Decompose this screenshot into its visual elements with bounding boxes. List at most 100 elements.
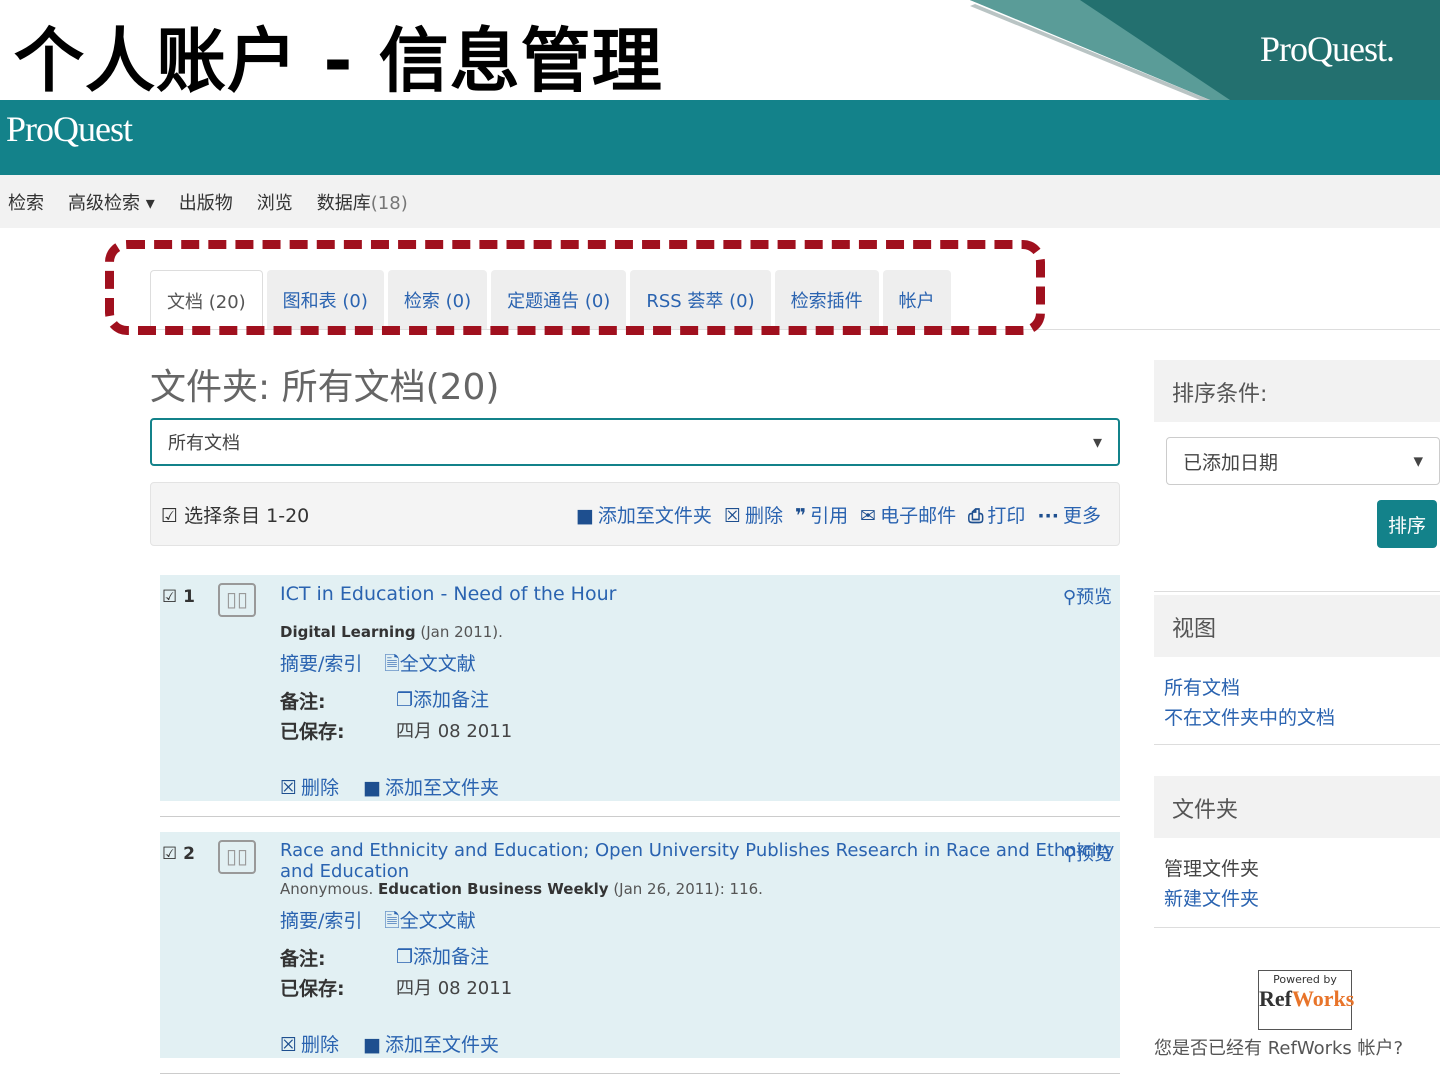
more-button[interactable]: ··· 更多 [1037,501,1101,528]
item-date: (Jan 26, 2011): 116. [608,880,763,898]
nav-browse[interactable]: 浏览 [257,189,293,215]
folders-panel: 文件夹 管理文件夹 新建文件夹 [1154,776,1440,928]
abstract-link[interactable]: 摘要/索引 [280,649,362,682]
checkbox-icon: ☑ [161,504,179,527]
bulk-toolbar: ☑ 选择条目 1-20 ■ 添加至文件夹 ☒ 删除 ❞ 引用 ✉ 电子邮件 ⎙ 打印 ··… [150,482,1120,546]
add-note-link[interactable]: ❐添加备注 [396,942,489,969]
folder-icon: ■ [575,504,594,527]
nav-databases-label: 数据库 [316,192,371,214]
nav-search[interactable]: 检索 [8,189,44,215]
folder-select-value: 所有文档 [168,433,240,454]
folder-select[interactable]: 所有文档 ▾ [150,418,1120,466]
quote-icon: ❞ [795,504,807,527]
list-item: ☑ 2 ▯▯ Race and Ethnicity and Education;… [160,832,1120,1058]
item-add-folder-button[interactable]: ■ 添加至文件夹 [363,773,499,800]
document-icon: 🗎 [384,910,400,932]
fulltext-label: 全文文献 [399,653,476,675]
view-unfiled-documents[interactable]: 不在文件夹中的文档 [1164,703,1430,733]
notes-label: 备注: [280,948,326,970]
preview-label: 预览 [1076,587,1112,608]
item-title[interactable]: Race and Ethnicity and Education; Open U… [280,840,1120,882]
delete-label: 删除 [744,504,783,527]
header-logo[interactable]: ProQuest [6,108,133,150]
item-delete-button[interactable]: ☒ 删除 [280,773,339,800]
item-number: 2 [183,844,196,864]
abstract-link[interactable]: 摘要/索引 [280,906,362,939]
magnifier-icon: ⚲ [1062,844,1076,865]
note-icon: ❐ [396,689,414,711]
sort-select-value: 已添加日期 [1183,451,1279,474]
header-banner [0,100,1440,175]
slide-title: 个人账户 - 信息管理 [14,20,663,102]
item-date: (Jan 2011). [415,623,503,641]
item-add-folder-button[interactable]: ■ 添加至文件夹 [363,1030,499,1057]
item-title[interactable]: ICT in Education - Need of the Hour [280,583,616,605]
view-title: 视图 [1154,595,1440,657]
annotation-highlight [105,240,1045,335]
folder-title: 文件夹: 所有文档(20) [150,367,500,408]
nav-advanced-search[interactable]: 高级检索 ▾ [68,189,155,215]
manage-folders[interactable]: 管理文件夹 [1164,854,1430,884]
new-folder-link[interactable]: 新建文件夹 [1164,884,1430,914]
more-label: 更多 [1062,504,1101,527]
magnifier-icon: ⚲ [1062,587,1076,608]
item-delete-button[interactable]: ☒ 删除 [280,1030,339,1057]
refworks-works: Works [1291,986,1355,1011]
fulltext-link[interactable]: 🗎全文文献 [384,649,475,682]
saved-date: 四月 08 2011 [396,721,513,742]
book-icon: ▯▯ [218,583,256,617]
preview-link[interactable]: ⚲预览 [1063,583,1112,609]
item-source: Digital Learning [280,623,416,641]
saved-label: 已保存: [280,978,345,1000]
add-note-label: 添加备注 [413,946,490,968]
book-icon: ▯▯ [218,840,256,874]
view-panel: 视图 所有文档 不在文件夹中的文档 [1154,595,1440,745]
item-delete-label: 删除 [301,777,340,799]
nav-databases[interactable]: 数据库(18) [317,189,408,215]
divider [160,816,1120,817]
view-all-documents[interactable]: 所有文档 [1164,673,1430,703]
delete-icon: ☒ [723,504,741,527]
refworks-logo[interactable]: Powered by RefWorks [1258,970,1355,1030]
preview-link[interactable]: ⚲预览 [1063,840,1112,866]
document-icon: 🗎 [384,653,400,675]
cite-button[interactable]: ❞ 引用 [795,501,848,528]
refworks-powered: Powered by [1273,973,1337,986]
item-number: 1 [183,587,196,607]
add-to-folder-label: 添加至文件夹 [597,504,712,527]
list-item: ☑ 1 ▯▯ ICT in Education - Need of the Ho… [160,575,1120,801]
add-to-folder-button[interactable]: ■ 添加至文件夹 [576,501,712,528]
refworks-question[interactable]: 您是否已经有 RefWorks 帐户? [1154,1034,1403,1060]
chevron-down-icon: ▾ [1413,450,1423,472]
folders-title: 文件夹 [1154,776,1440,838]
delete-icon: ☒ [280,777,298,799]
chevron-down-icon: ▾ [1092,431,1102,453]
ellipsis-icon: ··· [1037,504,1059,527]
sort-button[interactable]: 排序 [1377,500,1437,548]
fulltext-link[interactable]: 🗎全文文献 [384,906,475,939]
item-checkbox[interactable]: ☑ 2 [162,844,195,864]
select-all-label: 选择条目 1-20 [184,504,310,527]
item-meta: Anonymous. Education Business Weekly (Ja… [280,880,763,898]
envelope-icon: ✉ [860,504,877,527]
saved-label: 已保存: [280,721,345,743]
add-note-label: 添加备注 [413,689,490,711]
email-button[interactable]: ✉ 电子邮件 [860,501,956,528]
fulltext-label: 全文文献 [399,910,476,932]
folder-icon: ■ [363,777,382,799]
print-button[interactable]: ⎙ 打印 [968,501,1025,528]
refworks-ref: Ref [1259,986,1292,1011]
delete-button[interactable]: ☒ 删除 [724,501,783,528]
add-note-link[interactable]: ❐添加备注 [396,685,489,712]
nav-databases-count: (18) [370,192,408,214]
notes-label: 备注: [280,691,326,713]
item-checkbox[interactable]: ☑ 1 [162,587,195,607]
note-icon: ❐ [396,946,414,968]
cite-label: 引用 [810,504,849,527]
email-label: 电子邮件 [880,504,957,527]
sort-select[interactable]: 已添加日期 ▾ [1166,437,1440,485]
item-add-folder-label: 添加至文件夹 [385,777,500,799]
nav-publications[interactable]: 出版物 [179,189,233,215]
sort-title: 排序条件: [1154,360,1440,422]
select-all[interactable]: ☑ 选择条目 1-20 [161,501,309,528]
